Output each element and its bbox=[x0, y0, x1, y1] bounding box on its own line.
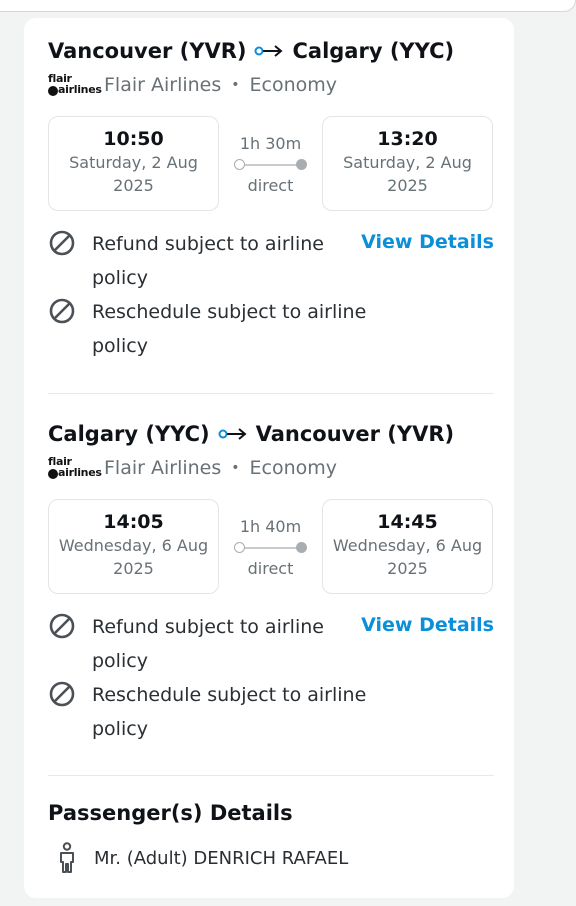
destination-label: Vancouver (YVR) bbox=[255, 422, 455, 446]
origin-label: Vancouver (YVR) bbox=[48, 39, 247, 63]
no-reschedule-icon bbox=[49, 298, 75, 324]
refund-policy-line1: Refund subject to airline bbox=[92, 233, 324, 255]
destination-label: Calgary (YYC) bbox=[292, 39, 455, 63]
passenger-details-title: Passenger(s) Details bbox=[48, 801, 293, 825]
destination-dot-icon bbox=[296, 542, 307, 553]
duration-label: 1h 40m bbox=[239, 517, 302, 536]
departure-box: 10:50 Saturday, 2 Aug 2025 bbox=[48, 116, 219, 211]
refund-policy-line2: policy bbox=[92, 267, 148, 289]
stops-label: direct bbox=[247, 559, 294, 578]
route-title: Vancouver (YVR) Calgary (YYC) bbox=[48, 36, 494, 66]
destination-dot-icon bbox=[296, 159, 307, 170]
departure-box: 14:05 Wednesday, 6 Aug 2025 bbox=[48, 499, 219, 594]
fare-policies: Refund subject to airline policy Resched… bbox=[48, 610, 494, 750]
flight-segment-outbound: Vancouver (YVR) Calgary (YYC) flair airl… bbox=[48, 36, 494, 367]
cabin-class: Economy bbox=[249, 457, 338, 479]
origin-label: Calgary (YYC) bbox=[48, 422, 210, 446]
airline-info: flair airlines Flair Airlines • Economy bbox=[48, 72, 494, 98]
duration-indicator: 1h 30m direct bbox=[219, 116, 322, 211]
reschedule-policy: Reschedule subject to airline policy bbox=[48, 295, 368, 363]
search-header-bar bbox=[0, 0, 576, 12]
no-reschedule-icon bbox=[49, 681, 75, 707]
flair-airlines-logo: flair airlines bbox=[48, 455, 102, 479]
departure-day: Wednesday, 6 Aug bbox=[58, 536, 209, 555]
passenger-name: Mr. (Adult) DENRICH RAFAEL bbox=[94, 847, 349, 869]
booking-summary-card: Vancouver (YVR) Calgary (YYC) flair airl… bbox=[24, 18, 514, 898]
airline-name: Flair Airlines bbox=[104, 457, 222, 479]
refund-policy: Refund subject to airline policy bbox=[48, 227, 368, 295]
reschedule-policy-line2: policy bbox=[92, 335, 148, 357]
arrival-box: 14:45 Wednesday, 6 Aug 2025 bbox=[322, 499, 493, 594]
route-arrow-icon bbox=[254, 44, 284, 58]
no-refund-icon bbox=[49, 230, 75, 256]
cabin-class: Economy bbox=[249, 74, 338, 96]
arrival-day: Wednesday, 6 Aug bbox=[332, 536, 483, 555]
departure-year: 2025 bbox=[113, 176, 154, 195]
duration-indicator: 1h 40m direct bbox=[219, 499, 322, 594]
no-refund-icon bbox=[49, 613, 75, 639]
flair-airlines-logo: flair airlines bbox=[48, 72, 102, 96]
duration-label: 1h 30m bbox=[239, 134, 302, 153]
reschedule-policy-line1: Reschedule subject to airline bbox=[92, 301, 367, 323]
view-details-link[interactable]: View Details bbox=[361, 231, 494, 253]
route-arrow-icon bbox=[218, 427, 248, 441]
section-divider bbox=[48, 775, 494, 776]
airline-info: flair airlines Flair Airlines • Economy bbox=[48, 455, 494, 481]
arrival-time: 13:20 bbox=[377, 128, 438, 150]
flight-segment-return: Calgary (YYC) Vancouver (YVR) flair airl… bbox=[48, 419, 494, 750]
refund-policy: Refund subject to airline policy bbox=[48, 610, 368, 678]
separator-dot: • bbox=[231, 77, 240, 93]
passenger-row: Mr. (Adult) DENRICH RAFAEL bbox=[48, 842, 494, 874]
section-divider bbox=[48, 393, 494, 394]
refund-policy-line1: Refund subject to airline bbox=[92, 616, 324, 638]
arrival-year: 2025 bbox=[387, 176, 428, 195]
flight-times: 14:05 Wednesday, 6 Aug 2025 1h 40m direc… bbox=[48, 499, 494, 594]
person-icon bbox=[60, 842, 74, 873]
stops-label: direct bbox=[247, 176, 294, 195]
route-title: Calgary (YYC) Vancouver (YVR) bbox=[48, 419, 494, 449]
reschedule-policy-line1: Reschedule subject to airline bbox=[92, 684, 367, 706]
flight-times: 10:50 Saturday, 2 Aug 2025 1h 30m direct… bbox=[48, 116, 494, 211]
view-details-link[interactable]: View Details bbox=[361, 614, 494, 636]
airline-name: Flair Airlines bbox=[104, 74, 222, 96]
departure-day: Saturday, 2 Aug bbox=[69, 153, 198, 172]
reschedule-policy: Reschedule subject to airline policy bbox=[48, 678, 368, 746]
arrival-year: 2025 bbox=[387, 559, 428, 578]
origin-dot-icon bbox=[234, 542, 245, 553]
departure-time: 10:50 bbox=[103, 128, 164, 150]
refund-policy-line2: policy bbox=[92, 650, 148, 672]
arrival-time: 14:45 bbox=[377, 511, 438, 533]
arrival-box: 13:20 Saturday, 2 Aug 2025 bbox=[322, 116, 493, 211]
arrival-day: Saturday, 2 Aug bbox=[343, 153, 472, 172]
reschedule-policy-line2: policy bbox=[92, 718, 148, 740]
fare-policies: Refund subject to airline policy Resched… bbox=[48, 227, 494, 367]
departure-year: 2025 bbox=[113, 559, 154, 578]
passenger-details: Passenger(s) Details Mr. (Adult) DENRICH… bbox=[48, 798, 494, 874]
origin-dot-icon bbox=[234, 159, 245, 170]
departure-time: 14:05 bbox=[103, 511, 164, 533]
separator-dot: • bbox=[231, 460, 240, 476]
